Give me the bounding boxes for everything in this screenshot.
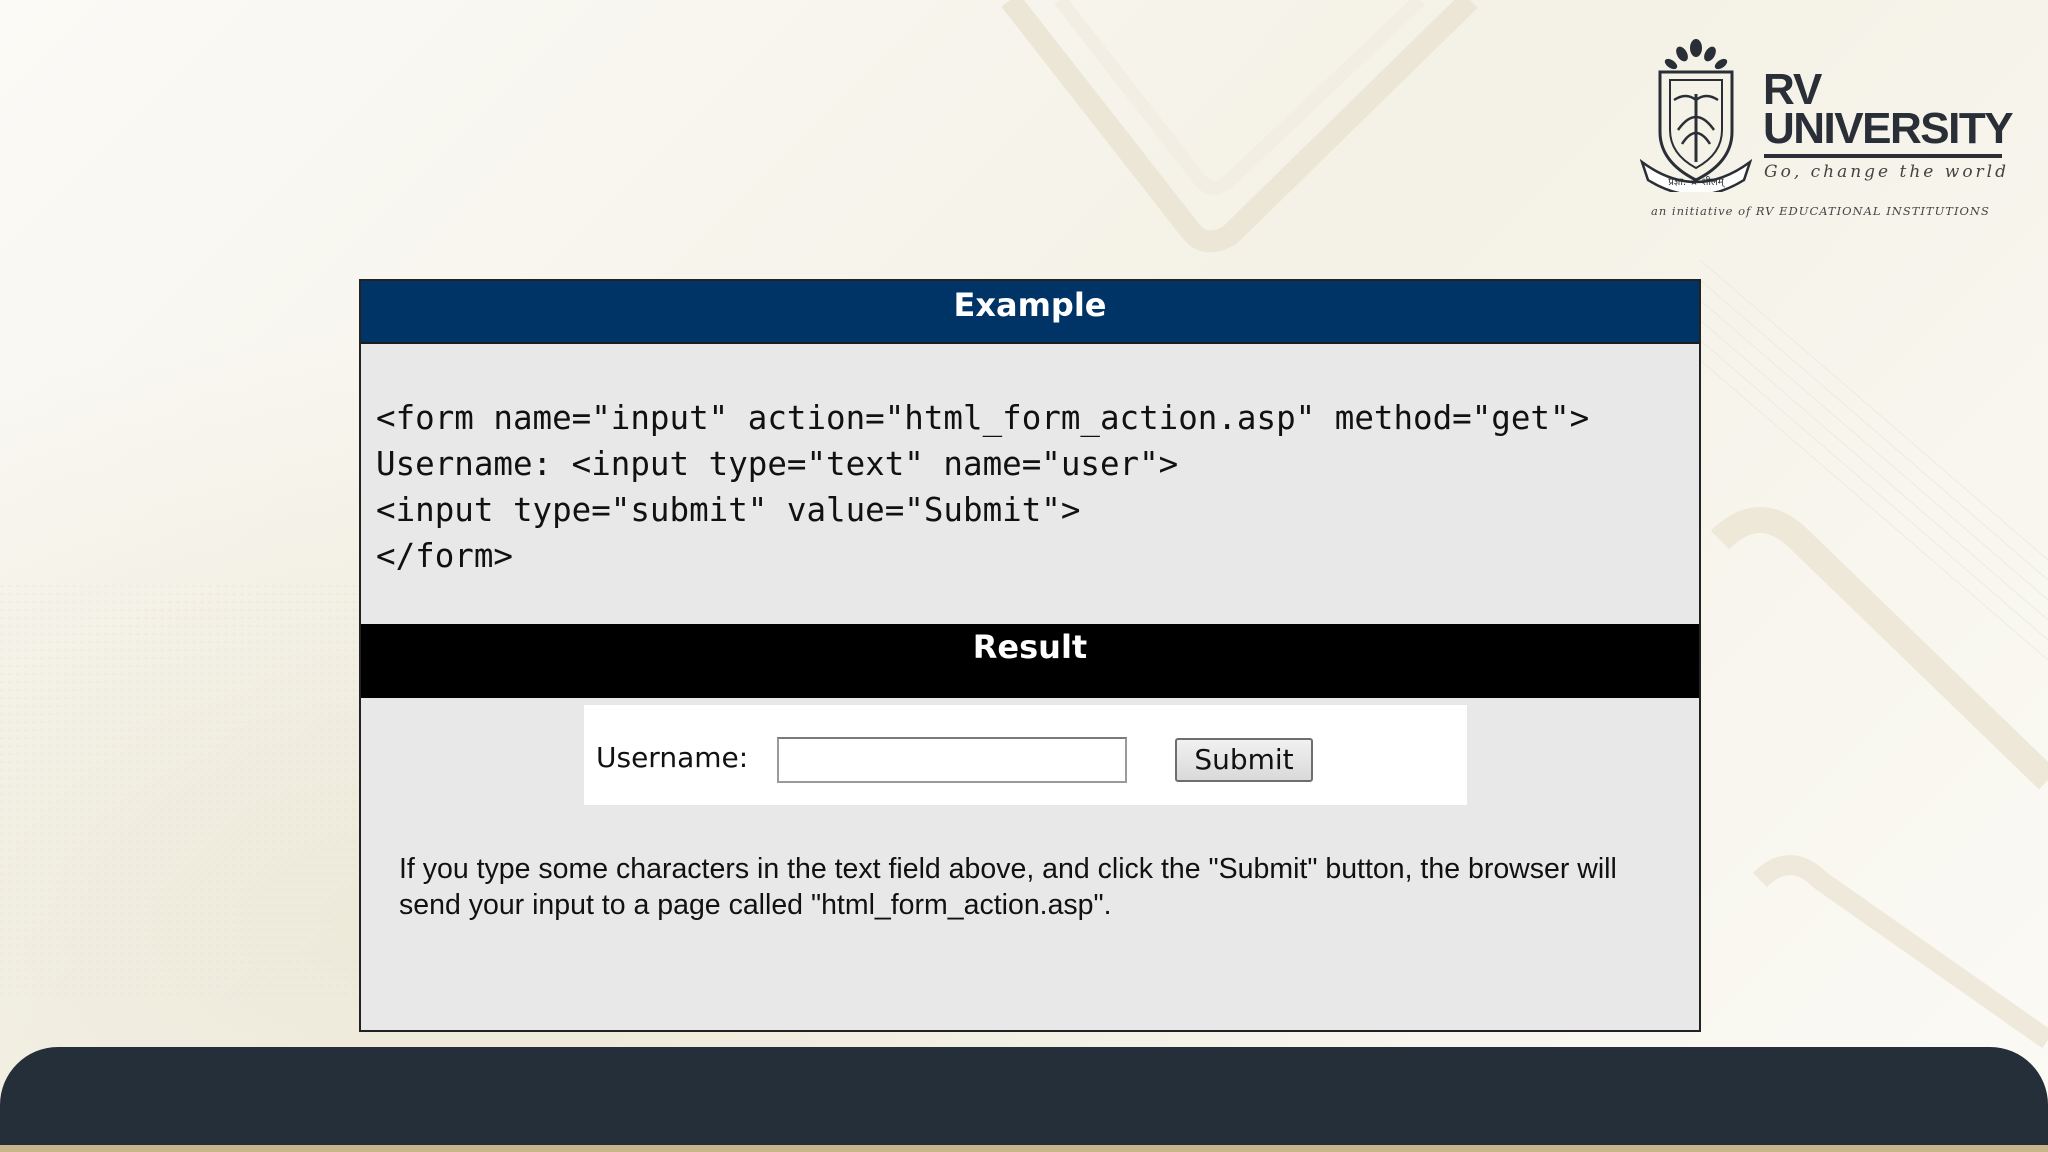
result-title: Result [972, 628, 1088, 666]
example-header: Example [361, 281, 1699, 344]
logo-rule [1764, 154, 2002, 158]
submit-button[interactable]: Submit [1175, 738, 1313, 782]
result-description: If you type some characters in the text … [399, 853, 1617, 921]
example-panel: Example <form name="input" action="html_… [359, 279, 1701, 1032]
footer-bar [0, 1047, 2048, 1145]
rv-university-crest-icon: प्रज्ञा: ★ शीलम् [1640, 39, 1752, 192]
result-preview: Username: Submit [584, 705, 1467, 805]
logo-tagline: Go, change the world [1764, 162, 2009, 182]
crest-motto: प्रज्ञा: ★ शीलम् [1668, 176, 1726, 188]
code-sample: <form name="input" action="html_form_act… [376, 399, 1590, 575]
username-input[interactable] [777, 737, 1127, 783]
result-header: Result [361, 624, 1699, 698]
logo-initiative: an initiative of RV EDUCATIONAL INSTITUT… [1651, 204, 1990, 218]
username-label: Username: [596, 741, 749, 774]
rv-university-logo: प्रज्ञा: ★ शीलम् RV UNIVERSITY Go, chang… [1640, 34, 2014, 224]
example-title: Example [953, 286, 1107, 324]
logo-name-line2: UNIVERSITY [1763, 104, 2014, 153]
footer-strip [0, 1145, 2048, 1152]
